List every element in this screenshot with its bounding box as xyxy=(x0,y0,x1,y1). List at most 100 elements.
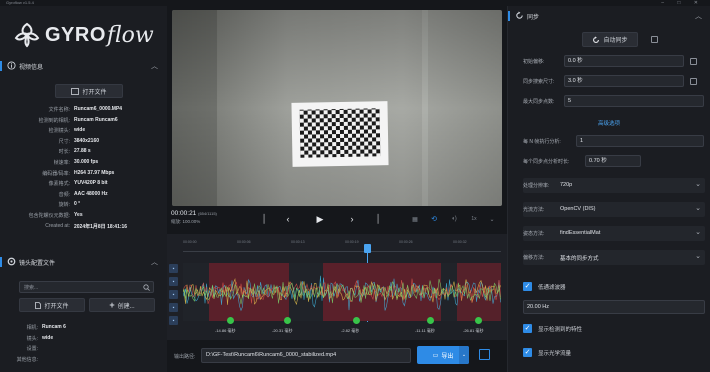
sync-point-offset: -11.11 毫秒 xyxy=(415,328,435,333)
sync-point-marker[interactable] xyxy=(284,317,291,324)
lowpass-checkbox[interactable]: ✓ xyxy=(523,282,532,291)
video-preview[interactable] xyxy=(172,10,502,206)
video-info-header[interactable]: 视频信息 ︿ xyxy=(0,60,167,72)
video-info-row: 旋转: 0 ° xyxy=(0,201,167,209)
grid-overlay-icon[interactable]: ▦ xyxy=(408,212,422,226)
prev-frame-button[interactable]: ‹ xyxy=(281,212,295,226)
ruler-tick-label: 00:00:26 xyxy=(399,240,413,244)
sync-select-label: 偏移方法: xyxy=(523,255,545,261)
sync-select[interactable]: 光流方法: OpenCV (DIS) ⌄ xyxy=(523,202,705,217)
chevron-down-icon[interactable]: ⌄ xyxy=(485,212,499,226)
sync-header[interactable]: 同步 ︿ xyxy=(508,10,710,22)
sync-param-label: 最大同步点数: xyxy=(523,99,555,105)
logo-script: flow xyxy=(106,22,154,48)
ruler-tick-label: 00:00:06 xyxy=(237,240,251,244)
show-optflow-checkbox[interactable]: ✓ xyxy=(523,348,532,357)
sync-select-label: 处理分辨率: xyxy=(523,183,550,189)
video-info-key: Created at: xyxy=(45,222,70,229)
section-accent xyxy=(0,257,2,267)
autosync-checkbox[interactable] xyxy=(651,36,658,43)
timeline[interactable]: 00:00:00 00:00:06 00:00:13 00:00:19 00:00:26… xyxy=(167,234,507,340)
file-icon xyxy=(35,301,42,309)
play-button[interactable]: ▶ xyxy=(313,212,327,226)
video-info-value: YUV420P 8 bit xyxy=(74,180,108,187)
create-lens-profile-button[interactable]: + 创建... xyxy=(89,298,155,312)
ruler-line xyxy=(183,251,501,252)
output-path-field[interactable]: D:\GF-Test\Runcam6\Runcam6_0000_stabiliz… xyxy=(201,348,411,363)
sync-point-marker[interactable] xyxy=(427,317,434,324)
every-nth-input[interactable]: 1 xyxy=(576,135,704,147)
chevron-down-icon: ⌄ xyxy=(695,253,701,260)
sync-select[interactable]: 处理分辨率: 720p ⌄ xyxy=(523,178,705,193)
lens-search-input[interactable]: 搜索... xyxy=(19,281,154,293)
lens-profile-header[interactable]: 镜头配置文件 ︿ xyxy=(0,256,167,268)
stabilization-toggle-icon[interactable]: ⟲ xyxy=(427,212,441,226)
next-frame-button[interactable]: › xyxy=(345,212,359,226)
duration-input[interactable]: 0.70 秒 xyxy=(585,155,641,167)
autosync-button[interactable]: 自动同步 xyxy=(582,32,638,47)
autosync-icon xyxy=(593,35,600,43)
sync-icon xyxy=(516,11,523,19)
show-optflow-label: 显示光学流量 xyxy=(538,351,572,357)
timeline-tool-5-icon[interactable]: ▪ xyxy=(169,316,178,325)
goto-end-button[interactable]: ⏐ xyxy=(371,212,385,226)
lens-info-value: Runcam 6 xyxy=(42,324,66,330)
sync-param-input[interactable]: 5 xyxy=(564,95,704,107)
sync-point-marker[interactable] xyxy=(227,317,234,324)
video-info-value: wide xyxy=(74,127,86,134)
chevron-down-icon: ⌄ xyxy=(695,229,701,236)
sync-point-marker[interactable] xyxy=(353,317,360,324)
logo-word: GYRO xyxy=(45,23,106,46)
show-features-checkbox[interactable]: ✓ xyxy=(523,324,532,333)
lowpass-input[interactable]: 20.00 Hz xyxy=(523,300,705,314)
timeline-tool-3-icon[interactable]: ▪ xyxy=(169,290,178,299)
zoom-level: 缩放: 100.00% xyxy=(171,219,201,224)
open-lens-file-button[interactable]: 打开文件 xyxy=(19,298,85,312)
sync-param-checkbox[interactable] xyxy=(690,78,697,85)
chevron-up-icon[interactable]: ︿ xyxy=(695,11,702,21)
show-features-label: 显示检测到的特性 xyxy=(538,327,583,333)
video-info-key: 帧速率: xyxy=(53,160,70,166)
gyro-graph[interactable] xyxy=(183,263,501,321)
sync-param-checkbox[interactable] xyxy=(690,58,697,65)
video-info-row: 尺寸: 3840x2160 xyxy=(0,138,167,146)
timeline-tool-2-icon[interactable]: ▪ xyxy=(169,277,178,286)
sync-point-marker[interactable] xyxy=(475,317,482,324)
create-lens-label: 创建... xyxy=(117,303,135,310)
lens-info-key: 设置: xyxy=(26,346,38,352)
section-accent xyxy=(508,11,510,21)
export-icon: ▭ xyxy=(432,352,439,359)
sync-point-offset: -2.82 毫秒 xyxy=(341,328,360,333)
advanced-options-link[interactable]: 高级选项 xyxy=(598,119,620,127)
timeline-ruler: 00:00:00 00:00:06 00:00:13 00:00:19 00:00:26… xyxy=(183,240,503,250)
left-panel: GYRO flow 视频信息 ︿ 打开文件 文件名称: Runcam6_0000.… xyxy=(0,6,167,372)
video-info-title: 视频信息 xyxy=(19,65,44,71)
transport-bar: 00:00:21 (654/1115) 缩放: 100.00% ⏐ ‹ ▶ › … xyxy=(167,206,507,234)
goto-start-button[interactable]: ⏐ xyxy=(257,212,271,226)
sync-select[interactable]: 姿态方法: findEssentialMat ⌄ xyxy=(523,226,705,241)
timeline-tool-1-icon[interactable]: ▪ xyxy=(169,264,178,273)
sync-param-input[interactable]: 3.0 秒 xyxy=(564,75,684,87)
playback-speed[interactable]: 1x xyxy=(467,212,481,226)
render-queue-icon[interactable] xyxy=(479,349,490,360)
open-video-button[interactable]: 打开文件 xyxy=(55,84,123,98)
export-label: 导出 xyxy=(441,353,454,360)
autosync-label: 自动同步 xyxy=(603,38,628,44)
every-nth-row: 每 N 帧执行分析: 1 xyxy=(508,134,710,148)
chevron-up-icon[interactable]: ︿ xyxy=(151,61,158,71)
sync-param-input[interactable]: 0.0 秒 xyxy=(564,55,684,67)
duration-label: 每个同步点分析时长: xyxy=(523,159,570,165)
video-info-row: 编码器/码率: H264 37.97 Mbps xyxy=(0,170,167,178)
sync-select-value: OpenCV (DIS) xyxy=(560,206,596,212)
chevron-down-icon: ⌄ xyxy=(695,205,701,212)
timeline-tool-4-icon[interactable]: ▪ xyxy=(169,303,178,312)
sync-select[interactable]: 偏移方法: 基本的同步方式 ⌄ xyxy=(523,250,705,265)
lens-profile-title: 镜头配置文件 xyxy=(19,261,56,267)
video-frame xyxy=(172,10,502,206)
sync-point-offset: -14.86 毫秒 xyxy=(215,328,236,333)
lens-info-row: 镜头: wide xyxy=(0,335,167,343)
video-info-row: 像素格式: YUV420P 8 bit xyxy=(0,180,167,188)
chevron-up-icon[interactable]: ︿ xyxy=(151,257,158,267)
export-options-chevron-icon[interactable]: ⌄ xyxy=(459,346,469,364)
audio-icon[interactable]: ◖) xyxy=(447,212,461,226)
